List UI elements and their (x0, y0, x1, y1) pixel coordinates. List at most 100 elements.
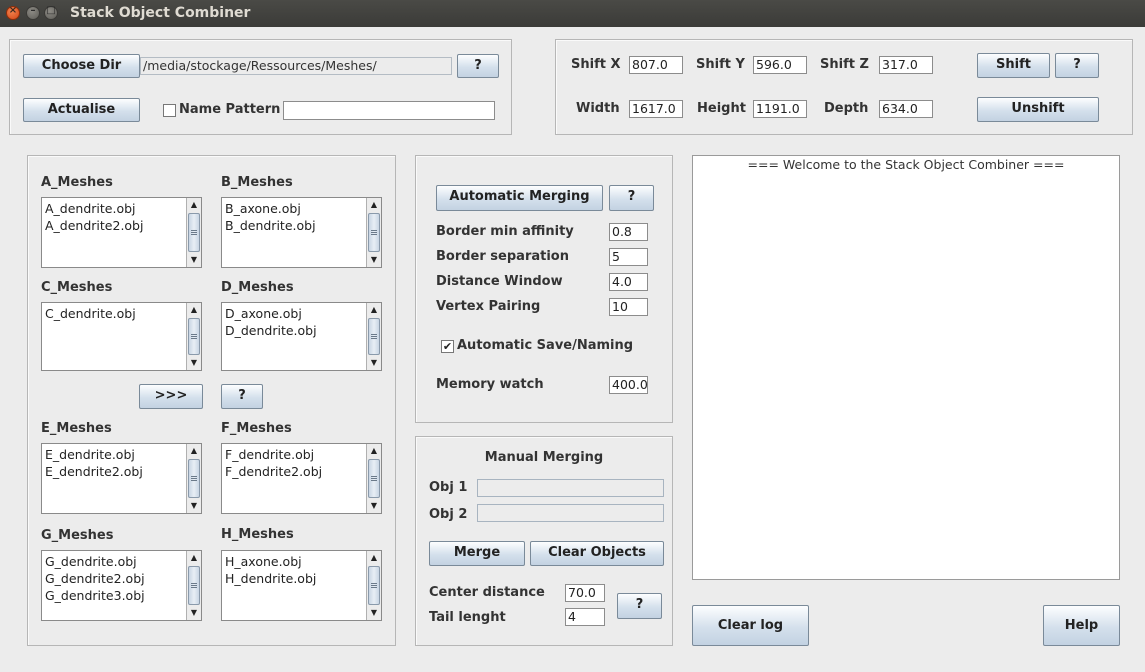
f-meshes-list[interactable]: F_dendrite.obj F_dendrite2.obj ▲ ▼ (221, 443, 382, 514)
manual-help-button[interactable]: ? (617, 593, 662, 619)
height-input[interactable]: 1191.0 (753, 100, 807, 118)
scroll-thumb[interactable] (368, 318, 380, 355)
list-item[interactable]: H_dendrite.obj (225, 570, 366, 587)
border-affinity-label: Border min affinity (436, 224, 574, 239)
scroll-up-icon[interactable]: ▲ (367, 444, 381, 458)
shift-help-button[interactable]: ? (1055, 53, 1099, 78)
scroll-up-icon[interactable]: ▲ (367, 551, 381, 565)
directory-help-button[interactable]: ? (457, 54, 499, 78)
next-meshes-button[interactable]: >>> (139, 384, 203, 409)
b-meshes-list[interactable]: B_axone.obj B_dendrite.obj ▲ ▼ (221, 197, 382, 268)
scroll-thumb[interactable] (368, 566, 380, 605)
scroll-thumb[interactable] (188, 318, 200, 355)
scroll-down-icon[interactable]: ▼ (187, 499, 201, 513)
list-item[interactable]: A_dendrite2.obj (45, 217, 186, 234)
actualise-button[interactable]: Actualise (23, 98, 140, 122)
scroll-up-icon[interactable]: ▲ (187, 551, 201, 565)
automatic-help-button[interactable]: ? (609, 185, 654, 211)
shift-x-input[interactable]: 807.0 (629, 56, 683, 74)
directory-path-field[interactable]: /media/stockage/Ressources/Meshes/ (140, 57, 452, 75)
list-item[interactable]: G_dendrite2.obj (45, 570, 186, 587)
scroll-down-icon[interactable]: ▼ (367, 356, 381, 370)
list-item[interactable]: E_dendrite.obj (45, 446, 186, 463)
title-bar: × – □ Stack Object Combiner (0, 0, 1145, 27)
close-window-button[interactable]: × (6, 5, 20, 20)
minimize-window-button[interactable]: – (26, 5, 40, 20)
d-meshes-list[interactable]: D_axone.obj D_dendrite.obj ▲ ▼ (221, 302, 382, 371)
list-item[interactable]: B_axone.obj (225, 200, 366, 217)
merge-button[interactable]: Merge (429, 541, 525, 566)
help-button[interactable]: Help (1043, 605, 1120, 646)
list-item[interactable]: D_axone.obj (225, 305, 366, 322)
list-item[interactable]: F_dendrite.obj (225, 446, 366, 463)
list-item[interactable]: A_dendrite.obj (45, 200, 186, 217)
clear-log-button[interactable]: Clear log (692, 605, 809, 646)
center-distance-input[interactable]: 70.0 (565, 584, 605, 602)
clear-objects-button[interactable]: Clear Objects (530, 541, 664, 566)
automatic-merging-button[interactable]: Automatic Merging (436, 185, 603, 211)
scroll-thumb[interactable] (368, 213, 380, 252)
scroll-thumb[interactable] (368, 459, 380, 498)
scroll-down-icon[interactable]: ▼ (187, 606, 201, 620)
width-label: Width (576, 101, 620, 116)
name-pattern-checkbox[interactable] (163, 104, 176, 117)
shift-z-input[interactable]: 317.0 (879, 56, 933, 74)
list-item[interactable]: G_dendrite.obj (45, 553, 186, 570)
auto-save-checkbox[interactable]: ✔ (441, 340, 454, 353)
f-meshes-scrollbar[interactable]: ▲ ▼ (366, 444, 381, 513)
d-meshes-scrollbar[interactable]: ▲ ▼ (366, 303, 381, 370)
border-separation-input[interactable]: 5 (609, 248, 648, 266)
distance-window-input[interactable]: 4.0 (609, 273, 648, 291)
a-meshes-list[interactable]: A_dendrite.obj A_dendrite2.obj ▲ ▼ (41, 197, 202, 268)
list-item[interactable]: E_dendrite2.obj (45, 463, 186, 480)
name-pattern-input[interactable] (283, 101, 495, 120)
scroll-up-icon[interactable]: ▲ (187, 303, 201, 317)
vertex-pairing-input[interactable]: 10 (609, 298, 648, 316)
list-item[interactable]: F_dendrite2.obj (225, 463, 366, 480)
shift-button[interactable]: Shift (977, 53, 1050, 78)
c-meshes-scrollbar[interactable]: ▲ ▼ (186, 303, 201, 370)
meshes-help-button[interactable]: ? (221, 384, 263, 409)
shift-y-input[interactable]: 596.0 (753, 56, 807, 74)
e-meshes-scrollbar[interactable]: ▲ ▼ (186, 444, 201, 513)
scroll-thumb[interactable] (188, 213, 200, 252)
width-input[interactable]: 1617.0 (629, 100, 683, 118)
scroll-down-icon[interactable]: ▼ (367, 606, 381, 620)
scroll-up-icon[interactable]: ▲ (187, 198, 201, 212)
border-affinity-input[interactable]: 0.8 (609, 223, 648, 241)
shift-y-label: Shift Y (696, 57, 745, 72)
scroll-down-icon[interactable]: ▼ (187, 356, 201, 370)
g-meshes-list[interactable]: G_dendrite.obj G_dendrite2.obj G_dendrite3… (41, 550, 202, 621)
memory-watch-input[interactable]: 400.0 (609, 376, 648, 394)
shift-z-label: Shift Z (820, 57, 869, 72)
d-meshes-label: D_Meshes (221, 280, 294, 295)
maximize-window-button[interactable]: □ (44, 5, 58, 20)
scroll-down-icon[interactable]: ▼ (367, 499, 381, 513)
h-meshes-label: H_Meshes (221, 527, 294, 542)
tail-length-input[interactable]: 4 (565, 608, 605, 626)
scroll-down-icon[interactable]: ▼ (367, 253, 381, 267)
log-area[interactable]: === Welcome to the Stack Object Combiner… (692, 155, 1120, 580)
scroll-down-icon[interactable]: ▼ (187, 253, 201, 267)
e-meshes-list[interactable]: E_dendrite.obj E_dendrite2.obj ▲ ▼ (41, 443, 202, 514)
a-meshes-scrollbar[interactable]: ▲ ▼ (186, 198, 201, 267)
h-meshes-scrollbar[interactable]: ▲ ▼ (366, 551, 381, 620)
scroll-up-icon[interactable]: ▲ (367, 198, 381, 212)
c-meshes-list[interactable]: C_dendrite.obj ▲ ▼ (41, 302, 202, 371)
list-item[interactable]: C_dendrite.obj (45, 305, 186, 322)
g-meshes-scrollbar[interactable]: ▲ ▼ (186, 551, 201, 620)
list-item[interactable]: H_axone.obj (225, 553, 366, 570)
list-item[interactable]: G_dendrite3.obj (45, 587, 186, 604)
scroll-thumb[interactable] (188, 566, 200, 605)
g-meshes-label: G_Meshes (41, 528, 114, 543)
scroll-thumb[interactable] (188, 459, 200, 498)
choose-dir-button[interactable]: Choose Dir (23, 54, 140, 78)
scroll-up-icon[interactable]: ▲ (187, 444, 201, 458)
list-item[interactable]: B_dendrite.obj (225, 217, 366, 234)
scroll-up-icon[interactable]: ▲ (367, 303, 381, 317)
unshift-button[interactable]: Unshift (977, 97, 1099, 122)
list-item[interactable]: D_dendrite.obj (225, 322, 366, 339)
h-meshes-list[interactable]: H_axone.obj H_dendrite.obj ▲ ▼ (221, 550, 382, 621)
depth-input[interactable]: 634.0 (879, 100, 933, 118)
b-meshes-scrollbar[interactable]: ▲ ▼ (366, 198, 381, 267)
